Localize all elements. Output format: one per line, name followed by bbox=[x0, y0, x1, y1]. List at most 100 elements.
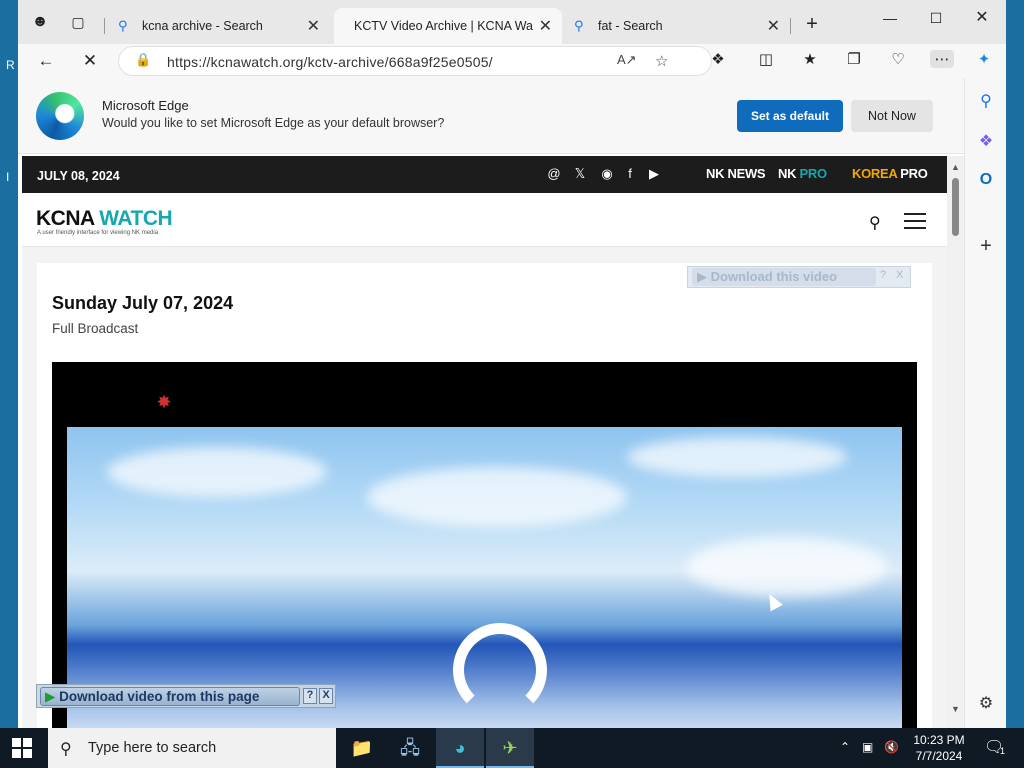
tab-kctv-video-archive[interactable]: KCTV Video Archive | KCNA Wa ✕ bbox=[334, 8, 562, 44]
edge-logo-icon bbox=[36, 92, 84, 140]
copilot-sidebar-icon[interactable]: ❖ bbox=[974, 130, 998, 154]
notification-count: 1 bbox=[1000, 746, 1006, 756]
download-manager-icon[interactable]: ✈ bbox=[486, 728, 534, 768]
copilot-icon[interactable]: ✦ bbox=[972, 50, 996, 68]
windows-taskbar: ⚲ Type here to search 📁 🖧 ◕ ✈ ⌃ ▣ 🔇 10:2… bbox=[0, 728, 1024, 768]
site-date: JULY 08, 2024 bbox=[37, 169, 120, 183]
close-icon[interactable]: ✕ bbox=[307, 16, 320, 36]
tab-kcna-archive-search[interactable]: ⚲ kcna archive - Search ✕ bbox=[108, 8, 330, 44]
korea-pro-part-b: PRO bbox=[900, 166, 928, 181]
close-icon[interactable]: ✕ bbox=[539, 16, 552, 36]
hamburger-menu-icon[interactable] bbox=[904, 213, 926, 229]
minimize-button[interactable]: — bbox=[870, 4, 910, 32]
facebook-icon[interactable]: f bbox=[622, 166, 638, 181]
search-icon[interactable]: ⚲ bbox=[974, 90, 998, 114]
read-aloud-icon[interactable]: A↗ bbox=[617, 52, 637, 68]
cloud bbox=[107, 447, 327, 497]
desktop-icon-label: R bbox=[6, 58, 15, 72]
add-sidebar-app-icon[interactable]: + bbox=[974, 234, 998, 258]
not-now-button[interactable]: Not Now bbox=[851, 100, 933, 132]
volume-muted-icon[interactable]: 🔇 bbox=[884, 740, 899, 754]
download-label: Download video from this page bbox=[59, 689, 260, 704]
tab-separator bbox=[790, 18, 791, 34]
split-screen-icon[interactable]: ◫ bbox=[754, 50, 778, 68]
settings-more-icon[interactable]: ⋯ bbox=[930, 50, 954, 68]
scroll-down-icon[interactable]: ▼ bbox=[951, 704, 960, 714]
address-bar[interactable]: 🔒 https://kcnawatch.org/kctv-archive/668… bbox=[118, 46, 712, 76]
logo-tagline: A user friendly interface for viewing NK… bbox=[37, 230, 159, 236]
download-video-overlay-bottom: ▶ Download video from this page ? X bbox=[36, 684, 336, 708]
close-icon[interactable]: X bbox=[896, 269, 903, 281]
collections-icon[interactable]: ❐ bbox=[842, 50, 866, 68]
profile-icon[interactable]: ☻ bbox=[26, 8, 54, 36]
download-video-from-page-button[interactable]: ▶ Download video from this page bbox=[40, 687, 300, 706]
taskbar-clock[interactable]: 10:23 PM 7/7/2024 bbox=[898, 732, 980, 764]
url-text: https://kcnawatch.org/kctv-archive/668a9… bbox=[167, 54, 493, 70]
chevron-up-icon[interactable]: ⌃ bbox=[840, 740, 850, 754]
cloud bbox=[627, 437, 847, 477]
mastodon-icon[interactable]: @ bbox=[546, 166, 562, 181]
help-icon[interactable]: ? bbox=[303, 688, 317, 704]
instagram-icon[interactable]: ◉ bbox=[599, 166, 615, 182]
nk-pro-part-a: NK bbox=[778, 166, 797, 181]
close-icon[interactable]: X bbox=[319, 688, 333, 704]
video-frame bbox=[67, 427, 902, 728]
cloud bbox=[367, 467, 627, 527]
stop-loading-button[interactable]: ✕ bbox=[76, 47, 104, 75]
taskbar-search[interactable]: ⚲ Type here to search bbox=[48, 728, 336, 768]
set-as-default-button[interactable]: Set as default bbox=[737, 100, 843, 132]
back-button[interactable]: ← bbox=[32, 47, 60, 75]
video-player[interactable]: ✸ bbox=[52, 362, 917, 728]
gear-icon[interactable]: ⚙ bbox=[974, 692, 998, 716]
window-close-button[interactable]: ✕ bbox=[962, 4, 1002, 32]
clock-time: 10:23 PM bbox=[913, 733, 965, 747]
cloud bbox=[687, 537, 887, 597]
outlook-icon[interactable]: O bbox=[974, 168, 998, 192]
lock-icon[interactable]: 🔒 bbox=[135, 52, 151, 68]
close-icon[interactable]: ✕ bbox=[767, 16, 780, 36]
desktop-right-strip bbox=[1006, 0, 1024, 728]
site-header: KCNA WATCH A user friendly interface for… bbox=[22, 193, 947, 247]
kcna-watch-logo[interactable]: KCNA WATCH bbox=[36, 207, 173, 231]
new-tab-button[interactable]: + bbox=[798, 10, 826, 38]
nk-pro-link[interactable]: NK PRO bbox=[778, 166, 827, 181]
play-icon: ▶ bbox=[45, 689, 56, 704]
download-video-overlay-top: ▶ Download this video ? X bbox=[687, 266, 911, 288]
korea-pro-link[interactable]: KOREA PRO bbox=[852, 166, 928, 181]
nk-news-link[interactable]: NK NEWS bbox=[706, 166, 766, 181]
tab-separator bbox=[104, 18, 105, 34]
download-label: Download this video bbox=[710, 269, 838, 284]
start-button[interactable] bbox=[12, 738, 32, 758]
logo-watch: WATCH bbox=[99, 207, 173, 230]
youtube-icon[interactable]: ▶ bbox=[646, 166, 662, 182]
site-top-bar: JULY 08, 2024 @ 𝕏 ◉ f ▶ NK NEWS NK PRO K… bbox=[22, 156, 947, 193]
browser-window: ☻ ▢ ⚲ kcna archive - Search ✕ KCTV Video… bbox=[18, 0, 1006, 728]
extensions-icon[interactable]: ❖ bbox=[706, 50, 730, 68]
scroll-up-icon[interactable]: ▲ bbox=[951, 162, 960, 172]
favorite-star-icon[interactable]: ☆ bbox=[655, 52, 668, 70]
browser-essentials-icon[interactable]: ♡ bbox=[886, 50, 910, 68]
taskbar-search-placeholder: Type here to search bbox=[88, 740, 217, 756]
nk-pro-part-b: PRO bbox=[799, 166, 828, 181]
network-app-icon[interactable]: 🖧 bbox=[386, 728, 434, 768]
help-icon[interactable]: ? bbox=[880, 269, 886, 281]
page-scrollbar[interactable]: ▲ ▼ bbox=[947, 156, 964, 728]
post-subtitle: Full Broadcast bbox=[52, 321, 139, 336]
tab-fat-search[interactable]: ⚲ fat - Search ✕ bbox=[564, 8, 790, 44]
search-icon: ⚲ bbox=[118, 18, 128, 33]
favorites-icon[interactable]: ★ bbox=[798, 50, 822, 68]
desktop-icon-label: I bbox=[6, 170, 10, 184]
tab-actions-icon[interactable]: ▢ bbox=[64, 8, 92, 36]
post-date: Sunday July 07, 2024 bbox=[52, 293, 234, 313]
file-explorer-icon[interactable]: 📁 bbox=[338, 728, 386, 768]
default-browser-banner: Microsoft Edge Would you like to set Mic… bbox=[18, 78, 964, 154]
scroll-thumb[interactable] bbox=[952, 178, 959, 236]
maximize-button[interactable]: ☐ bbox=[916, 4, 956, 32]
download-this-video-button[interactable]: ▶ Download this video bbox=[692, 268, 876, 286]
search-icon[interactable]: ⚲ bbox=[869, 213, 881, 233]
edge-taskbar-icon[interactable]: ◕ bbox=[436, 728, 484, 768]
network-icon[interactable]: ▣ bbox=[862, 740, 873, 754]
loading-spinner-icon bbox=[453, 623, 547, 717]
search-icon: ⚲ bbox=[60, 741, 72, 758]
x-twitter-icon[interactable]: 𝕏 bbox=[572, 166, 588, 182]
